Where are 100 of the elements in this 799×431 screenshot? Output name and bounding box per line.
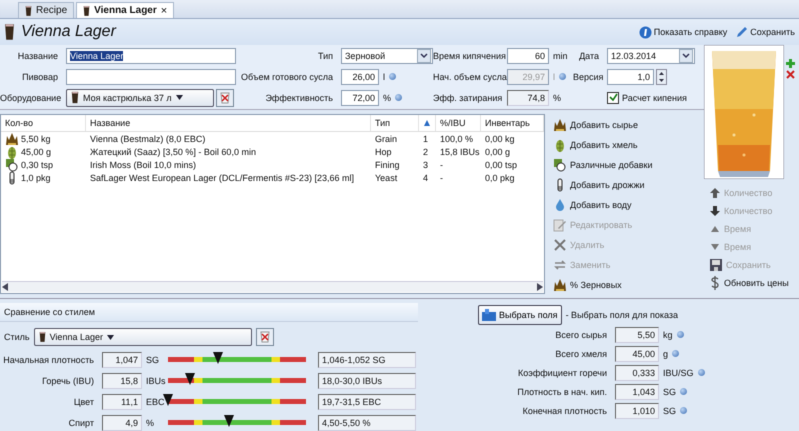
select-fields-button[interactable]: Выбрать поля xyxy=(478,305,562,325)
info-dot-icon[interactable] xyxy=(676,331,684,338)
order-button[interactable]: Обновить цены xyxy=(709,274,799,291)
grain-icon xyxy=(553,278,567,292)
drop-icon xyxy=(553,198,567,212)
caret-icon[interactable] xyxy=(176,95,183,100)
metric-label: Начальная плотность xyxy=(2,354,95,364)
glass-icon xyxy=(38,331,46,343)
column-header[interactable]: Кол-во xyxy=(1,115,86,131)
table-cell-text: 0,0 pkg xyxy=(484,173,516,183)
add-icon[interactable] xyxy=(786,59,795,68)
remove-icon[interactable] xyxy=(786,70,795,79)
hop-icon xyxy=(5,145,19,159)
column-header[interactable]: %/IBU xyxy=(436,115,481,131)
field-label: Эффективность xyxy=(264,92,334,102)
tab[interactable]: Recipe xyxy=(18,2,74,18)
range-field: 19,7-31,5 EBC xyxy=(318,394,416,410)
stat-value: 1,043 xyxy=(615,384,659,400)
number-field[interactable]: 72,00 xyxy=(341,90,379,106)
column-header[interactable]: Инвентарь xyxy=(481,115,544,131)
table-cell-text: 3 xyxy=(422,160,430,170)
info-dot-icon[interactable] xyxy=(672,350,680,357)
checkbox[interactable] xyxy=(607,92,619,104)
unit-label: % xyxy=(383,92,392,102)
field-label: Эфф. затирания xyxy=(433,92,503,102)
scrollbar[interactable] xyxy=(2,281,543,292)
action-button[interactable]: Различные добавки xyxy=(553,156,703,173)
info-dot-icon[interactable] xyxy=(389,73,396,80)
number-field[interactable]: 26,00 xyxy=(341,68,379,84)
action-button[interactable]: Добавить воду xyxy=(553,196,703,213)
action-button[interactable]: Добавить дрожжи xyxy=(553,176,703,193)
up-arrow-icon xyxy=(709,186,721,198)
name-field[interactable]: Vienna Lager xyxy=(66,48,236,64)
version-field[interactable]: 1,0 xyxy=(607,68,654,84)
info-dot-icon[interactable] xyxy=(680,407,688,414)
field-label: Дата xyxy=(578,50,600,60)
metric-value: 11,1 xyxy=(102,394,142,410)
unit-label: kg xyxy=(663,330,673,340)
table-cell-text: - xyxy=(439,173,444,183)
stat-label: Конечная плотность xyxy=(522,406,608,416)
clear-style-icon[interactable] xyxy=(256,328,274,346)
scroll-left-icon[interactable] xyxy=(2,283,8,291)
table-cell-text: - xyxy=(439,160,444,170)
swap-icon xyxy=(553,258,567,272)
date-picker[interactable]: 12.03.2014 xyxy=(607,48,695,64)
grain-icon xyxy=(5,132,19,146)
column-header[interactable]: Название xyxy=(86,115,371,131)
action-button[interactable]: Добавить хмель xyxy=(553,136,703,153)
range-field: 18,0-30,0 IBUs xyxy=(318,372,416,388)
close-icon[interactable]: × xyxy=(160,4,168,16)
unit-label: min xyxy=(553,50,568,60)
unit-label: SG xyxy=(145,354,160,364)
metric-value: 1,047 xyxy=(102,352,142,368)
caret-icon[interactable] xyxy=(106,334,114,340)
unit-label: IBU/SG xyxy=(663,368,694,378)
save-icon xyxy=(709,258,723,272)
info-dot-icon[interactable] xyxy=(698,369,705,376)
metric-value: 4,9 xyxy=(102,414,142,430)
table-cell-text: Grain xyxy=(374,134,398,144)
sort-icon[interactable] xyxy=(423,119,431,127)
metric-value: 15,8 xyxy=(102,372,142,388)
column-header[interactable]: Тип xyxy=(371,115,419,131)
number-field[interactable]: 60 xyxy=(507,48,549,64)
toolbar-link[interactable]: Показать справку xyxy=(638,26,728,38)
metric-label: Цвет xyxy=(72,396,95,406)
clear-style-icon[interactable] xyxy=(216,88,234,106)
info-dot-icon[interactable] xyxy=(680,388,688,395)
unit-label: % xyxy=(553,92,562,102)
table-cell: 0,30 tsp xyxy=(21,160,54,170)
unit-label: EBC xyxy=(145,396,166,406)
field-label: Тип xyxy=(316,50,334,60)
range-field: 4,50-5,50 % xyxy=(318,414,416,430)
field-label: Оборудование xyxy=(0,92,62,102)
stat-label: Всего хмеля xyxy=(554,348,608,358)
scroll-right-icon[interactable] xyxy=(537,283,543,291)
boil-checkbox[interactable]: Расчет кипения xyxy=(607,92,695,104)
toolbar-link[interactable]: Сохранить xyxy=(735,26,795,38)
dollar-icon xyxy=(709,276,721,290)
unit-label: l xyxy=(553,72,555,82)
table-cell: 5,50 kg xyxy=(21,134,51,144)
field-label: Версия xyxy=(573,72,603,82)
table-cell: 45,00 g xyxy=(21,147,52,157)
brewer-field[interactable] xyxy=(66,68,236,84)
info-dot-icon[interactable] xyxy=(559,73,566,80)
equipment-select[interactable]: Моя кастрюлька 37 л xyxy=(66,88,214,106)
glass-icon xyxy=(25,4,32,16)
table-cell-text: 1 xyxy=(422,134,430,144)
spinner-icon[interactable] xyxy=(656,68,667,84)
section-header: Сравнение со стилем xyxy=(0,303,418,322)
field-label: Название xyxy=(16,50,59,60)
tab[interactable]: Vienna Lager × xyxy=(76,2,174,18)
info-dot-icon[interactable] xyxy=(395,94,402,101)
mash-efficiency-field: 74,8 xyxy=(507,90,549,106)
action-button[interactable]: % Зерновых xyxy=(553,276,703,293)
table-cell-text: 100,0 % xyxy=(439,134,474,144)
table-cell-text: 0,00 tsp xyxy=(484,160,518,170)
action-button[interactable]: Добавить сырье xyxy=(553,116,703,133)
unit-label: g xyxy=(663,348,668,358)
type-select[interactable]: Зерновой xyxy=(341,48,433,64)
style-select[interactable]: Vienna Lager xyxy=(34,328,252,346)
